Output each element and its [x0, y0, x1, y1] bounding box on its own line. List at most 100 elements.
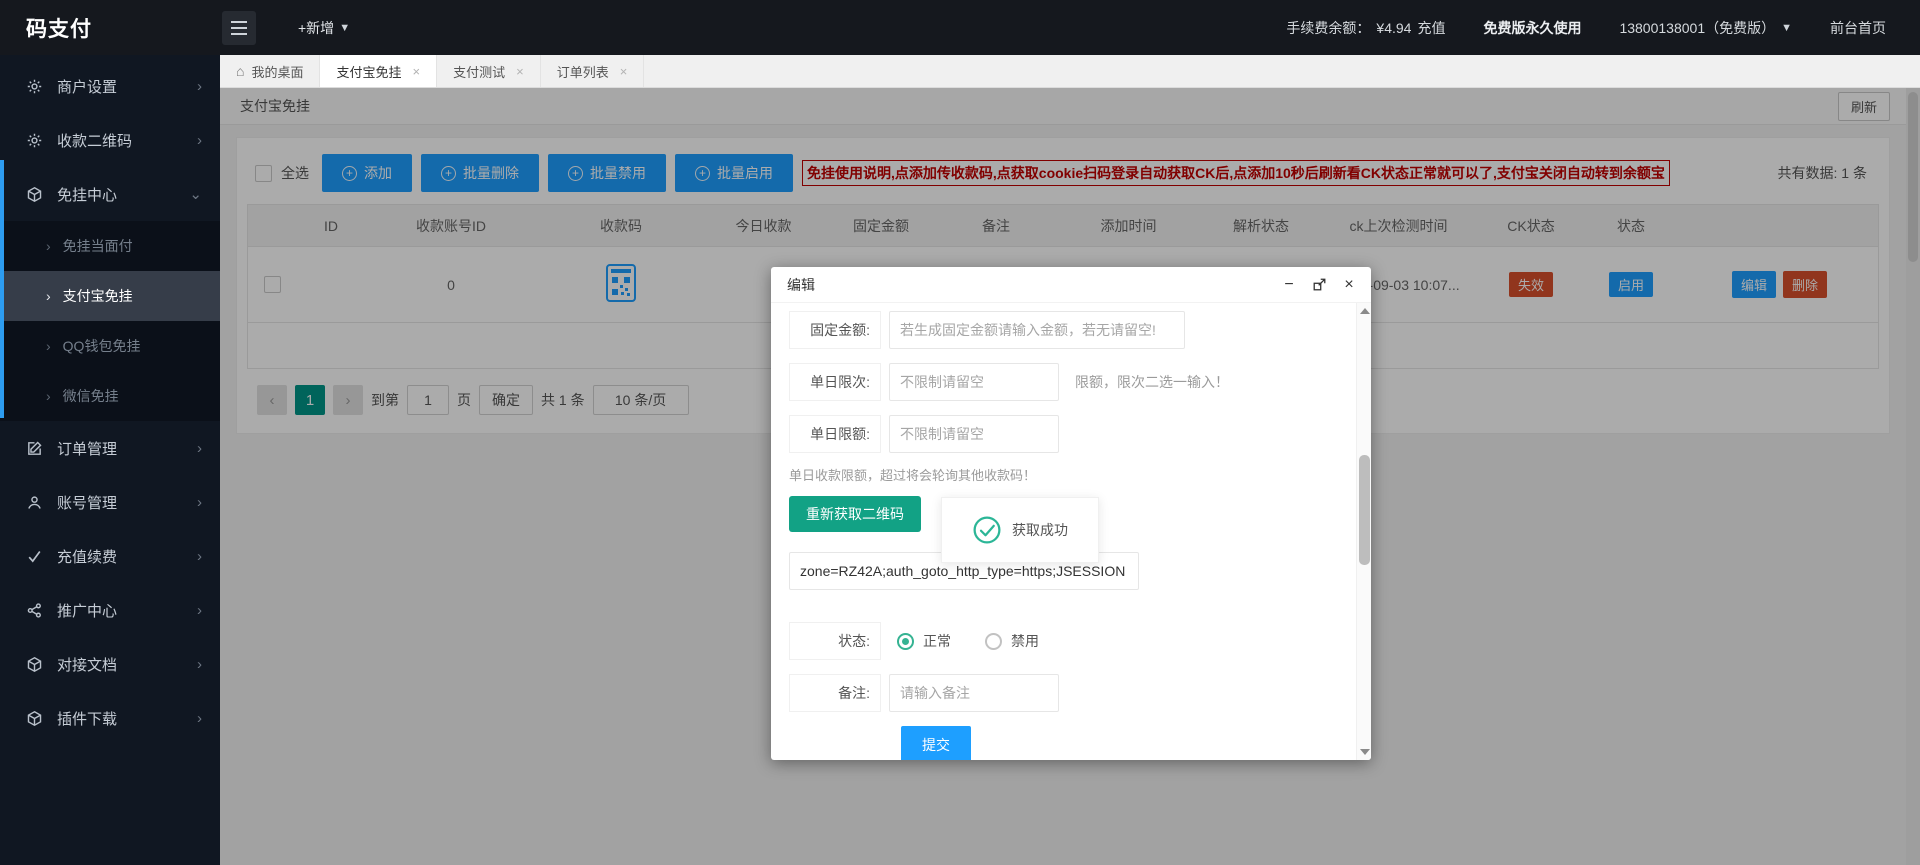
sidebar-item-payment-qrcode[interactable]: 收款二维码 ›	[0, 113, 220, 167]
modal-scrollbar[interactable]	[1356, 303, 1371, 760]
chevron-right-icon: ›	[197, 439, 202, 457]
modal-title-bar: 编辑 − ×	[771, 267, 1371, 303]
close-icon[interactable]: ×	[1341, 276, 1357, 293]
sidebar-item-plugin-download[interactable]: 插件下载 ›	[0, 691, 220, 745]
cube-icon	[26, 710, 43, 727]
fee-balance: 手续费余额： ¥4.94 充值	[1286, 18, 1445, 38]
topbar-right: 手续费余额： ¥4.94 充值 免费版永久使用 13800138001（免费版）…	[1286, 18, 1920, 38]
front-home-link[interactable]: 前台首页	[1830, 18, 1886, 38]
scroll-up-icon[interactable]	[1360, 308, 1370, 314]
fixed-amount-input[interactable]	[889, 311, 1185, 349]
daily-limit-amount-input[interactable]	[889, 415, 1059, 453]
sidebar-subitem-label: 微信免挂	[62, 388, 119, 404]
check-icon	[26, 548, 43, 565]
gear-icon	[26, 78, 43, 95]
chevron-down-icon: ▼	[1781, 21, 1792, 34]
sidebar-subitem-qq-wallet[interactable]: › QQ钱包免挂	[0, 321, 220, 371]
remark-label: 备注:	[789, 674, 881, 712]
sidebar-subitem-alipay-free[interactable]: › 支付宝免挂	[0, 271, 220, 321]
new-dropdown[interactable]: +新增 ▼	[298, 18, 350, 38]
hamburger-menu-icon[interactable]	[222, 10, 256, 45]
status-label: 状态:	[789, 622, 881, 660]
account-label: 13800138001（免费版）	[1619, 19, 1776, 36]
status-radio-group: 正常 禁用	[897, 631, 1039, 651]
radio-normal[interactable]: 正常	[897, 631, 951, 651]
user-icon	[26, 494, 43, 511]
sidebar-item-order-management[interactable]: 订单管理 ›	[0, 421, 220, 475]
tab-alipay-free[interactable]: 支付宝免挂 ×	[320, 55, 438, 87]
sidebar-item-promotion-center[interactable]: 推广中心 ›	[0, 583, 220, 637]
success-check-icon	[973, 516, 1001, 544]
sidebar-item-merchant-settings[interactable]: 商户设置 ›	[0, 59, 220, 113]
chevron-right-icon: ›	[197, 601, 202, 619]
recharge-link[interactable]: 充值	[1417, 18, 1445, 38]
sidebar-subitem-wechat-free[interactable]: › 微信免挂	[0, 371, 220, 421]
chevron-right-icon: ›	[46, 388, 51, 404]
chevron-right-icon: ›	[46, 238, 51, 254]
tab-label: 支付测试	[453, 64, 506, 80]
maximize-icon[interactable]	[1311, 277, 1327, 293]
share-icon	[26, 602, 43, 619]
modal-scrollbar-thumb[interactable]	[1359, 455, 1370, 565]
edit-icon	[26, 440, 43, 457]
tabbar: ⌂ 我的桌面 支付宝免挂 × 支付测试 × 订单列表 ×	[220, 55, 1920, 88]
radio-selected-icon	[897, 632, 914, 650]
daily-limit-note: 单日收款限额，超过将会轮询其他收款码！	[789, 468, 1037, 483]
limit-hint-text: 限额，限次二选一输入！	[1075, 374, 1229, 390]
sidebar-item-api-docs[interactable]: 对接文档 ›	[0, 637, 220, 691]
modal-title: 编辑	[787, 276, 815, 293]
sidebar-item-label: 收款二维码	[57, 132, 133, 150]
fee-balance-value: ¥4.94	[1376, 19, 1412, 36]
gear-icon	[26, 132, 43, 149]
version-text: 免费版永久使用	[1483, 19, 1582, 36]
submit-button[interactable]: 提交	[901, 726, 971, 760]
topbar: 码支付 +新增 ▼ 手续费余额： ¥4.94 充值 免费版永久使用 138001…	[0, 0, 1920, 55]
app-logo[interactable]: 码支付	[0, 13, 220, 43]
sidebar-item-label: 插件下载	[57, 710, 118, 728]
sidebar-subitem-face-pay[interactable]: › 免挂当面付	[0, 221, 220, 271]
radio-disabled[interactable]: 禁用	[985, 631, 1039, 651]
chevron-right-icon: ›	[46, 338, 51, 354]
sidebar-item-account-management[interactable]: 账号管理 ›	[0, 475, 220, 529]
sidebar-item-label: 免挂中心	[57, 186, 118, 204]
close-icon[interactable]: ×	[413, 64, 421, 79]
daily-limit-count-label: 单日限次:	[789, 363, 881, 401]
minimize-icon[interactable]: −	[1281, 276, 1297, 293]
account-dropdown[interactable]: 13800138001（免费版） ▼	[1619, 18, 1792, 38]
remark-input[interactable]	[889, 674, 1059, 712]
daily-limit-count-input[interactable]	[889, 363, 1059, 401]
cube-icon	[26, 186, 43, 203]
home-icon: ⌂	[236, 63, 245, 79]
tab-order-list[interactable]: 订单列表 ×	[541, 55, 645, 87]
sidebar-subitem-label: QQ钱包免挂	[62, 338, 141, 354]
sidebar-subitem-label: 支付宝免挂	[62, 288, 133, 304]
sidebar-item-label: 账号管理	[57, 494, 118, 512]
chevron-right-icon: ›	[197, 655, 202, 673]
close-icon[interactable]: ×	[620, 64, 628, 79]
tab-payment-test[interactable]: 支付测试 ×	[437, 55, 541, 87]
scroll-down-icon[interactable]	[1360, 749, 1370, 755]
close-icon[interactable]: ×	[516, 64, 524, 79]
chevron-down-icon: ⌄	[189, 186, 202, 203]
sidebar-scrollbar[interactable]	[0, 160, 4, 418]
tab-label: 订单列表	[556, 64, 609, 80]
sidebar-item-label: 商户设置	[57, 78, 118, 96]
chevron-right-icon: ›	[46, 288, 51, 304]
refetch-qrcode-button[interactable]: 重新获取二维码	[789, 496, 921, 532]
sidebar-item-label: 对接文档	[57, 656, 118, 674]
fixed-amount-label: 固定金额:	[789, 311, 881, 349]
radio-unselected-icon	[985, 632, 1002, 650]
toast-text: 获取成功	[1012, 522, 1068, 538]
chevron-right-icon: ›	[197, 77, 202, 95]
sidebar-item-free-hang-center[interactable]: 免挂中心 ⌄	[0, 167, 220, 221]
app-window: 码支付 +新增 ▼ 手续费余额： ¥4.94 充值 免费版永久使用 138001…	[0, 0, 1920, 865]
chevron-right-icon: ›	[197, 547, 202, 565]
tab-desktop[interactable]: ⌂ 我的桌面	[220, 55, 321, 87]
new-dropdown-label: +新增	[298, 19, 335, 36]
tab-label: 支付宝免挂	[336, 64, 402, 80]
edit-modal: 编辑 − × 固定金额: 单日限次: 限额，限次二选一输入！ 单日限额:	[771, 267, 1371, 760]
tab-label: 我的桌面	[251, 64, 304, 80]
sidebar-item-recharge-renew[interactable]: 充值续费 ›	[0, 529, 220, 583]
daily-limit-amount-label: 单日限额:	[789, 415, 881, 453]
sidebar: 商户设置 › 收款二维码 › 免挂中心 ⌄ › 免挂当面付 › 支付宝免挂 › …	[0, 55, 220, 865]
